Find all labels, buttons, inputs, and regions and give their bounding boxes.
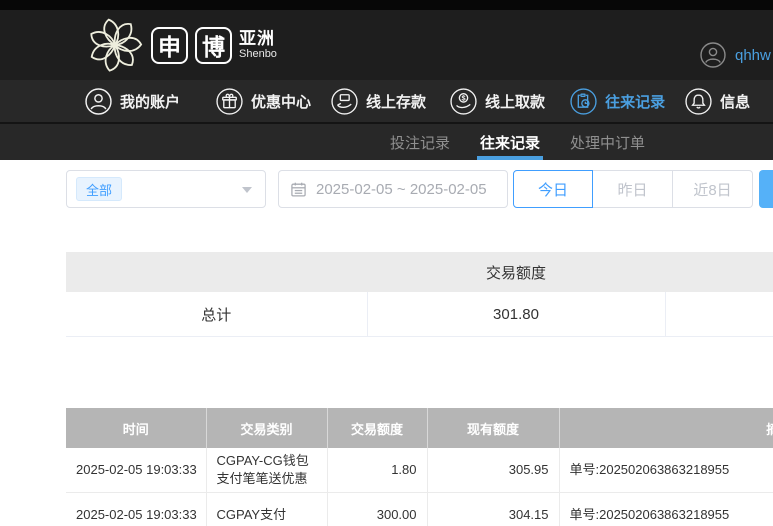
chevron-down-icon xyxy=(242,187,252,193)
nav-item-messages[interactable]: 信息 xyxy=(685,87,751,115)
table-row: 2025-02-05 19:03:33 CGPAY-CG钱包支付笔笔送优惠 1.… xyxy=(66,448,773,493)
brand-char-bo: 博 xyxy=(195,26,232,64)
cell-type: CGPAY支付 xyxy=(206,492,328,526)
col-header-time: 时间 xyxy=(66,408,207,448)
tab-label: 往来记录 xyxy=(480,134,541,152)
tab-transaction-records[interactable]: 往来记录 xyxy=(477,124,544,160)
summary-empty-cell xyxy=(665,292,773,337)
nav-item-records[interactable]: 往来记录 xyxy=(570,87,666,115)
table-row: 2025-02-05 19:03:33 CGPAY支付 300.00 304.1… xyxy=(66,492,773,526)
tab-label: 投注记录 xyxy=(390,134,451,152)
bell-icon xyxy=(685,87,712,115)
last-8-days-button[interactable]: 近8日 xyxy=(673,170,753,208)
table-header-row: 时间 交易类别 交易额度 现有额度 摘要 xyxy=(66,408,773,448)
selected-filter-tag[interactable]: 全部 xyxy=(76,177,123,201)
date-range-value: 2025-02-05 ~ 2025-02-05 xyxy=(316,180,487,198)
user-icon xyxy=(85,87,112,115)
brand-subtitle: Shenbo xyxy=(239,48,277,61)
cell-amount: 300.00 xyxy=(327,492,428,526)
quick-range-buttons: 今日 昨日 近8日 xyxy=(513,170,753,208)
brand-region: 亚洲 xyxy=(239,28,275,48)
svg-text:$: $ xyxy=(462,93,466,102)
cell-balance: 304.15 xyxy=(427,492,560,526)
transactions-table: 时间 交易类别 交易额度 现有额度 摘要 2025-02-05 19:03:33… xyxy=(66,408,773,526)
records-icon xyxy=(570,87,597,115)
gift-icon xyxy=(216,87,243,115)
today-button[interactable]: 今日 xyxy=(513,170,593,208)
deposit-icon xyxy=(331,87,358,115)
col-header-type: 交易类别 xyxy=(206,408,328,448)
cell-amount: 1.80 xyxy=(327,448,428,493)
site-header: 申 博 亚洲 Shenbo qhhw xyxy=(0,10,773,80)
logo-flower-icon xyxy=(90,18,143,72)
nav-item-label: 优惠中心 xyxy=(251,93,312,111)
nav-item-label: 线上存款 xyxy=(366,93,427,111)
username[interactable]: qhhw xyxy=(735,47,771,64)
calendar-icon xyxy=(291,182,306,197)
col-header-balance: 现有额度 xyxy=(427,408,560,448)
site-logo[interactable]: 申 博 亚洲 Shenbo xyxy=(86,16,277,74)
user-menu[interactable]: qhhw xyxy=(700,42,771,68)
content: 全部 2025-02-05 ~ 2025-02-05 今日 昨日 近8日 交易额… xyxy=(0,160,773,526)
tab-betting-records[interactable]: 投注记录 xyxy=(390,124,450,160)
cell-time: 2025-02-05 19:03:33 xyxy=(66,492,207,526)
cell-time: 2025-02-05 19:03:33 xyxy=(66,448,207,493)
date-range-input[interactable]: 2025-02-05 ~ 2025-02-05 xyxy=(278,170,508,208)
summary-header-spacer xyxy=(66,252,367,292)
col-header-memo: 摘要 xyxy=(559,408,773,448)
summary-total-value: 301.80 xyxy=(367,292,666,337)
cell-type: CGPAY-CG钱包支付笔笔送优惠 xyxy=(206,448,328,493)
nav-item-label: 往来记录 xyxy=(605,93,666,111)
nav-item-label: 我的账户 xyxy=(120,93,181,111)
cell-memo: 单号:202502063863218955 xyxy=(559,448,773,493)
type-filter-select[interactable]: 全部 xyxy=(66,170,266,208)
brand-char-shen: 申 xyxy=(151,26,188,64)
avatar-icon xyxy=(700,42,726,68)
summary-table: 交易额度 总计 301.80 xyxy=(66,252,773,337)
page: 申 博 亚洲 Shenbo qhhw 我的账户 优惠中心 线上存款 $ 线上取款… xyxy=(0,0,773,526)
top-strip xyxy=(0,0,773,10)
search-button[interactable] xyxy=(759,170,773,208)
nav-item-deposit[interactable]: 线上存款 xyxy=(331,87,427,115)
main-nav: 我的账户 优惠中心 线上存款 $ 线上取款 往来记录 信息 xyxy=(0,80,773,122)
nav-item-label: 信息 xyxy=(720,93,751,111)
nav-item-my-account[interactable]: 我的账户 xyxy=(85,87,181,115)
sub-nav: 投注记录 往来记录 处理中订单 xyxy=(0,122,773,160)
col-header-amount: 交易额度 xyxy=(327,408,428,448)
nav-item-withdraw[interactable]: $ 线上取款 xyxy=(450,87,546,115)
summary-header-spacer xyxy=(665,252,773,292)
tab-pending-orders[interactable]: 处理中订单 xyxy=(570,124,645,160)
tab-label: 处理中订单 xyxy=(570,134,646,152)
withdraw-icon: $ xyxy=(450,87,477,115)
nav-item-promotions[interactable]: 优惠中心 xyxy=(216,87,312,115)
nav-item-label: 线上取款 xyxy=(485,93,546,111)
cell-memo: 单号:202502063863218955 xyxy=(559,492,773,526)
summary-total-label: 总计 xyxy=(66,292,368,337)
summary-header-amount: 交易额度 xyxy=(367,252,665,292)
yesterday-button[interactable]: 昨日 xyxy=(593,170,673,208)
cell-balance: 305.95 xyxy=(427,448,560,493)
